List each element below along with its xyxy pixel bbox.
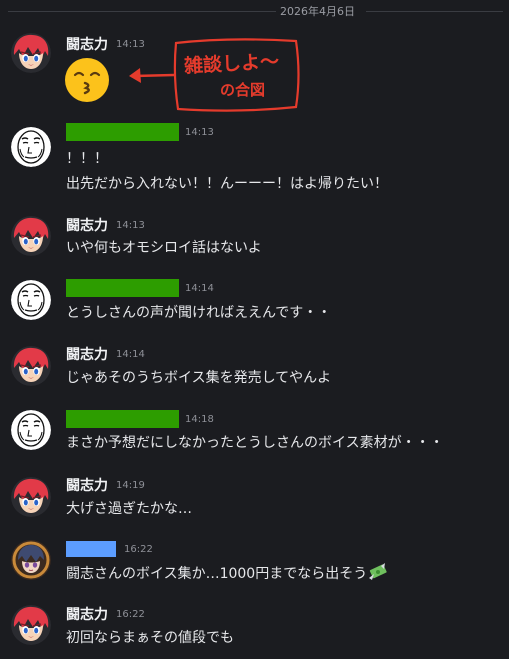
annotation-line-2: の合図 <box>220 81 266 99</box>
user-avatar[interactable] <box>11 605 51 645</box>
message-text: 大げさ過ぎたかな… <box>66 501 192 517</box>
divider-line-left <box>8 11 276 12</box>
user-avatar[interactable] <box>11 280 51 320</box>
message-text: じゃあそのうちボイス集を発売してやんよ <box>66 370 332 386</box>
timestamp: 14:14 <box>116 348 145 360</box>
message-header: 16:22 <box>66 540 153 558</box>
message-header: 闘志力 14:13 <box>66 216 145 234</box>
message-header: 闘志力 14:14 <box>66 345 145 363</box>
message-text: 闘志さんのボイス集か…1000円までなら出そう <box>66 566 368 582</box>
message-header: 14:14 <box>66 279 214 297</box>
message-text: ！！！ <box>66 151 108 167</box>
kissing-emoji-icon <box>65 58 109 102</box>
message-header: 14:13 <box>66 123 214 141</box>
arrow-left-icon <box>129 68 175 83</box>
user-avatar[interactable] <box>11 410 51 450</box>
timestamp: 16:22 <box>124 543 153 555</box>
message-text: 初回ならまぁその値段でも <box>66 630 234 646</box>
message-text: とうしさんの声が聞ければええんです・・ <box>66 305 332 321</box>
date-label: 2026年4月6日 <box>280 5 355 18</box>
date-divider: 2026年4月6日 <box>0 0 509 22</box>
username[interactable]: 闘志力 <box>66 215 108 235</box>
user-avatar[interactable] <box>11 216 51 256</box>
timestamp: 14:19 <box>116 479 145 491</box>
user-avatar[interactable] <box>11 346 51 386</box>
username[interactable]: 闘志力 <box>66 475 108 495</box>
timestamp: 16:22 <box>116 608 145 620</box>
username[interactable]: 闘志力 <box>66 344 108 364</box>
message-header: 14:18 <box>66 410 214 428</box>
message-text: いや何もオモシロイ話はないよ <box>66 240 262 256</box>
redacted-username[interactable] <box>66 279 179 297</box>
message-text-row: 闘志さんのボイス集か…1000円までなら出そう <box>66 562 389 583</box>
money-with-wings-icon <box>369 563 387 580</box>
user-avatar[interactable] <box>11 127 51 167</box>
user-avatar[interactable] <box>11 33 51 73</box>
timestamp: 14:14 <box>185 282 214 294</box>
user-avatar[interactable] <box>11 540 51 580</box>
redacted-username[interactable] <box>66 541 116 557</box>
timestamp: 14:13 <box>116 38 145 50</box>
timestamp: 14:13 <box>116 219 145 231</box>
username[interactable]: 闘志力 <box>66 604 108 624</box>
message-text: 出先だから入れない！！んーーー！はよ帰りたい！ <box>66 176 388 192</box>
redacted-username[interactable] <box>66 123 179 141</box>
redacted-username[interactable] <box>66 410 179 428</box>
timestamp: 14:13 <box>185 126 214 138</box>
annotation-callout: 雑談しよ〜 の合図 <box>170 35 302 114</box>
message-text: まさか予想だにしなかったとうしさんのボイス素材が・・・ <box>66 435 444 451</box>
message-header: 闘志力 14:13 <box>66 35 145 53</box>
message-header: 闘志力 14:19 <box>66 476 145 494</box>
timestamp: 14:18 <box>185 413 214 425</box>
username[interactable]: 闘志力 <box>66 34 108 54</box>
message-header: 闘志力 16:22 <box>66 605 145 623</box>
user-avatar[interactable] <box>11 477 51 517</box>
divider-line-right <box>366 11 503 12</box>
annotation-line-1: 雑談しよ〜 <box>183 50 280 78</box>
